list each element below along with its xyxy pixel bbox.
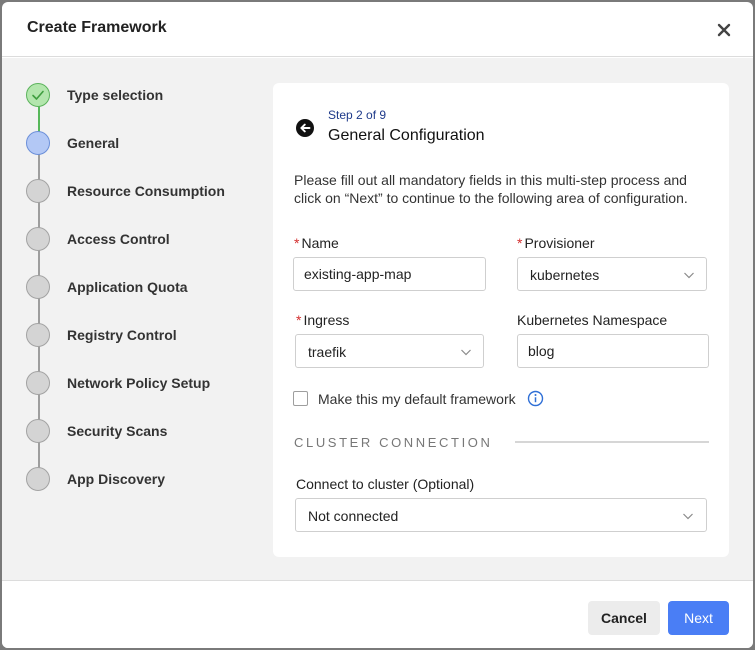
ingress-select[interactable]: traefik [295, 334, 484, 368]
step-network-policy-setup[interactable]: Network Policy Setup [26, 371, 256, 397]
provisioner-label-text: Provisioner [524, 235, 595, 251]
step-counter: Step 2 of 9 [328, 108, 387, 122]
step-indicator-active [26, 131, 50, 155]
chevron-down-icon [683, 513, 693, 520]
provisioner-value: kubernetes [530, 267, 600, 283]
step-label: Network Policy Setup [67, 375, 211, 391]
ingress-value: traefik [308, 344, 347, 360]
chevron-down-icon [461, 349, 471, 356]
step-label: Security Scans [67, 423, 168, 439]
step-indicator [26, 179, 50, 203]
step-access-control[interactable]: Access Control [26, 227, 256, 253]
required-marker: * [294, 235, 300, 251]
step-indicator-done [26, 83, 50, 107]
step-application-quota[interactable]: Application Quota [26, 275, 256, 301]
required-marker: * [517, 235, 523, 251]
create-framework-modal: Create Framework Type selection General … [2, 2, 753, 648]
back-arrow-icon[interactable] [295, 118, 315, 138]
provisioner-select[interactable]: kubernetes [517, 257, 707, 291]
step-app-discovery[interactable]: App Discovery [26, 467, 256, 493]
cancel-button[interactable]: Cancel [588, 601, 660, 635]
cluster-connection-heading: CLUSTER CONNECTION [294, 435, 493, 450]
modal-header: Create Framework [2, 2, 753, 57]
step-indicator [26, 275, 50, 299]
cluster-field-label: Connect to cluster (Optional) [296, 476, 475, 492]
next-button[interactable]: Next [668, 601, 729, 635]
step-general[interactable]: General [26, 131, 256, 157]
step-security-scans[interactable]: Security Scans [26, 419, 256, 445]
form-card: Step 2 of 9 General Configuration Please… [273, 83, 729, 557]
step-indicator [26, 227, 50, 251]
step-indicator [26, 419, 50, 443]
close-icon[interactable] [715, 21, 733, 39]
section-divider [515, 441, 709, 443]
stepper: Type selection General Resource Consumpt… [2, 58, 262, 580]
modal-title: Create Framework [27, 19, 167, 36]
step-label: Access Control [67, 231, 170, 247]
step-indicator [26, 323, 50, 347]
form-title: General Configuration [328, 127, 485, 144]
name-input[interactable] [293, 257, 486, 291]
ingress-label-text: Ingress [303, 312, 350, 328]
check-icon [32, 90, 44, 100]
step-label: App Discovery [67, 471, 166, 487]
default-framework-checkbox[interactable] [293, 391, 308, 406]
step-registry-control[interactable]: Registry Control [26, 323, 256, 349]
form-description: Please fill out all mandatory fields in … [294, 172, 688, 206]
ingress-field-label: * Ingress [296, 312, 349, 328]
step-label: General [67, 135, 120, 151]
name-label-text: Name [301, 235, 339, 251]
step-label: Registry Control [67, 327, 177, 343]
required-marker: * [296, 312, 302, 328]
step-label: Type selection [67, 87, 164, 103]
step-label: Application Quota [67, 279, 188, 295]
step-type-selection[interactable]: Type selection [26, 83, 256, 109]
info-icon[interactable] [527, 390, 544, 407]
modal-footer: Cancel Next [2, 580, 753, 648]
chevron-down-icon [684, 272, 694, 279]
name-field-label: * Name [294, 235, 339, 251]
default-framework-label: Make this my default framework [318, 391, 516, 407]
step-resource-consumption[interactable]: Resource Consumption [26, 179, 256, 205]
namespace-field-label: Kubernetes Namespace [517, 312, 668, 328]
step-indicator [26, 371, 50, 395]
step-indicator [26, 467, 50, 491]
step-label: Resource Consumption [67, 183, 225, 199]
cluster-select[interactable]: Not connected [295, 498, 707, 532]
provisioner-field-label: * Provisioner [517, 235, 594, 251]
cluster-value: Not connected [308, 508, 399, 524]
namespace-input[interactable] [517, 334, 709, 368]
modal-body: Type selection General Resource Consumpt… [2, 58, 753, 580]
